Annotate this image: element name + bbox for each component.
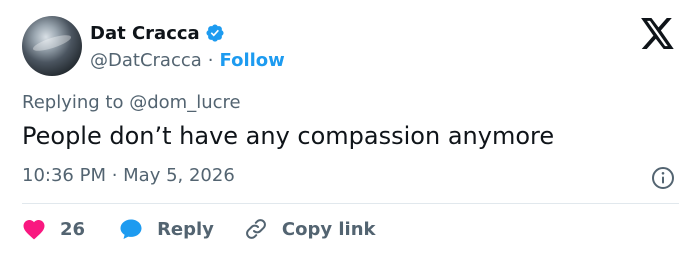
reply-context-mention[interactable]: @dom_lucre (129, 92, 240, 113)
action-bar: 26 Reply Copy link (22, 213, 376, 245)
author-handle-row: @DatCracca · Follow (90, 48, 285, 72)
reply-context-prefix: Replying to (22, 92, 124, 113)
info-icon[interactable] (651, 166, 675, 190)
author-name[interactable]: Dat Cracca (90, 23, 200, 44)
x-logo-icon[interactable] (641, 18, 675, 49)
separator-dot: · (207, 49, 214, 71)
link-icon (246, 219, 266, 239)
follow-button[interactable]: Follow (220, 50, 285, 71)
copy-link-button[interactable]: Copy link (244, 217, 376, 241)
speech-bubble-icon (120, 219, 142, 239)
avatar[interactable] (22, 16, 82, 76)
author-name-row: Dat Cracca (90, 20, 225, 46)
author-handle[interactable]: @DatCracca (90, 50, 202, 71)
avatar-highlight (31, 32, 73, 54)
reply-context: Replying to @dom_lucre (22, 92, 241, 113)
tweet-timestamp[interactable]: 10:36 PM · May 5, 2026 (22, 165, 235, 186)
verified-badge-icon (206, 24, 224, 42)
copy-link-label: Copy link (281, 218, 376, 240)
like-count: 26 (60, 218, 86, 240)
divider (22, 203, 679, 204)
tweet-card: Dat Cracca @DatCracca · Follow Replying … (0, 0, 700, 256)
tweet-text: People don’t have any compassion anymore (22, 122, 555, 150)
heart-icon (23, 220, 45, 240)
reply-label: Reply (157, 218, 214, 240)
like-button[interactable]: 26 (22, 218, 85, 240)
reply-button[interactable]: Reply (119, 217, 214, 241)
